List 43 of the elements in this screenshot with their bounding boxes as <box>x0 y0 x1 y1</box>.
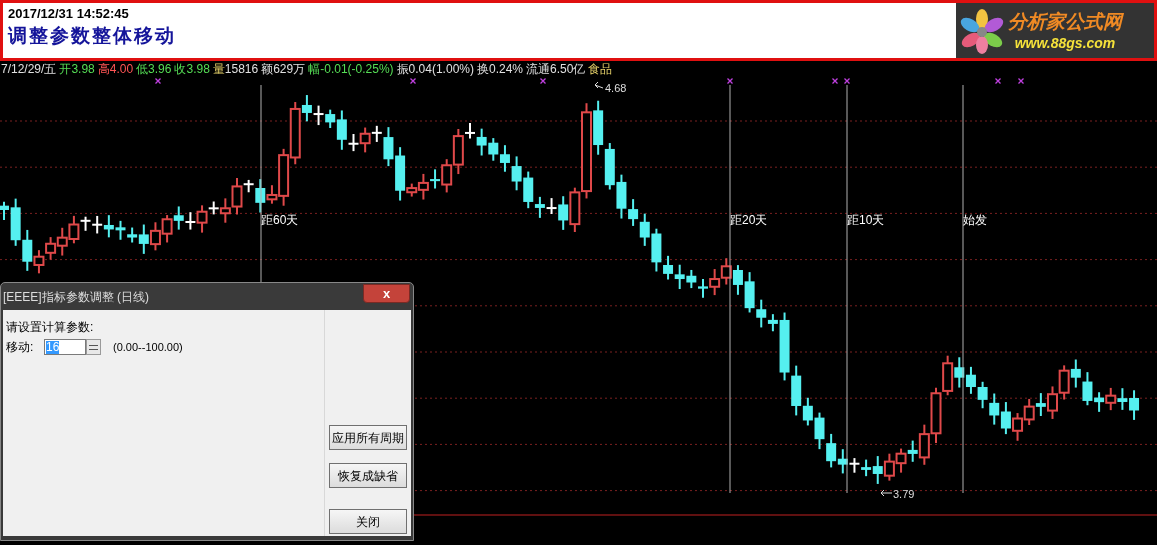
quote-text: 幅-0.01(-0.25%) <box>308 62 394 77</box>
dialog-button[interactable]: 应用所有周期 <box>329 425 407 450</box>
quote-text: 流通6.50亿 <box>526 62 586 77</box>
quote-text: 额629万 <box>261 62 306 77</box>
prompt-text: 请设置计算参数: <box>6 319 95 336</box>
arrow-icon <box>880 489 893 497</box>
cross-mark-icon <box>409 78 417 85</box>
dialog-title: [EEEE]指标参数调整 (日线) <box>3 288 149 306</box>
param-range: (0.00--100.00) <box>113 339 183 355</box>
flower-icon <box>960 6 1004 55</box>
quote-text: 换0.24% <box>476 62 523 77</box>
cross-mark-icon <box>726 78 734 85</box>
marker-label: 距10天 <box>847 213 885 227</box>
header-title: 调整参数整体移动 <box>8 24 176 48</box>
header-datetime: 2017/12/31 14:52:45 <box>8 6 130 22</box>
spinner-control[interactable] <box>86 339 101 355</box>
quote-text: 7/12/29/五 <box>1 62 57 77</box>
cross-mark-icon <box>1017 78 1025 85</box>
quote-text: 15816 <box>224 62 259 77</box>
quote-text: 高4.00 <box>97 62 134 77</box>
quote-text: 开3.98 <box>59 62 95 77</box>
logo-url: www.88gs.com <box>1014 33 1116 52</box>
dialog-button[interactable]: 关闭 <box>329 509 407 534</box>
low-price-label: 3.79 <box>893 488 915 500</box>
param-label: 移动: <box>6 339 35 356</box>
marker-label: 距60天 <box>261 213 299 227</box>
cross-mark-icon <box>831 78 839 85</box>
close-button[interactable]: x <box>363 284 410 303</box>
quote-text: 食品 <box>588 62 613 77</box>
cross-mark-icon <box>539 78 547 85</box>
quote-text: 量 <box>212 62 225 77</box>
cross-mark-icon <box>843 78 851 85</box>
logo-name: 分析家公式网 <box>1008 9 1122 34</box>
quote-text: 低3.96 <box>136 62 172 77</box>
quote-text: 收3.98 <box>174 62 210 77</box>
high-price-label: 4.68 <box>605 82 627 94</box>
cross-mark-icon <box>154 78 162 85</box>
arrow-icon <box>594 81 604 89</box>
marker-label: 始发 <box>963 213 987 227</box>
cross-mark-icon <box>994 78 1002 85</box>
quote-text: 振0.04(1.00%) <box>396 62 474 77</box>
dialog-button[interactable]: 恢复成缺省 <box>329 463 407 488</box>
marker-label: 距20天 <box>730 213 768 227</box>
